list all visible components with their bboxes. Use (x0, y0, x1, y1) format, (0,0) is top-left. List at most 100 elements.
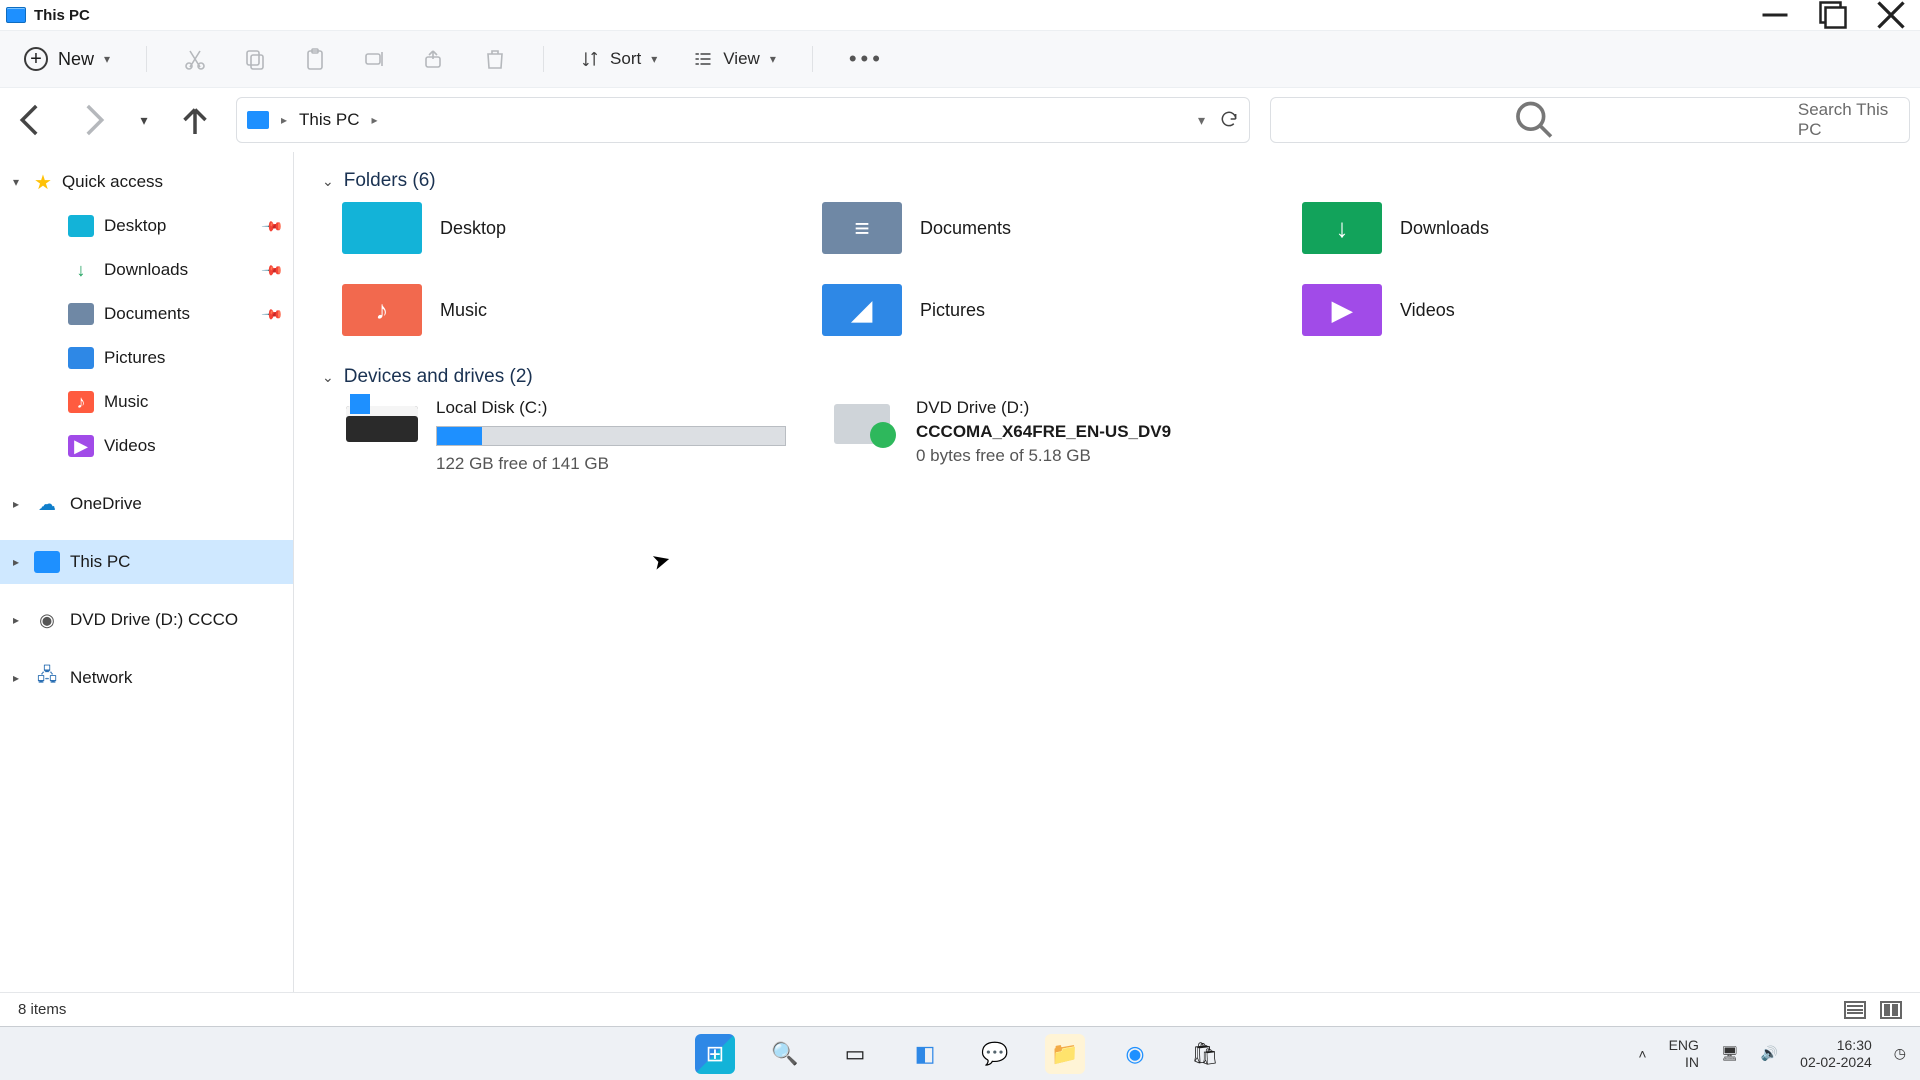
refresh-button[interactable] (1219, 109, 1239, 132)
details-view-toggle[interactable] (1844, 1001, 1866, 1019)
sidebar-item-network[interactable]: ▸ 🖧 Network (0, 656, 293, 700)
rename-icon[interactable] (363, 47, 387, 71)
sidebar-label: Documents (104, 304, 190, 324)
sidebar-item-videos[interactable]: ▶ Videos (0, 424, 293, 468)
sidebar-label: Downloads (104, 260, 188, 280)
cut-icon[interactable] (183, 47, 207, 71)
group-title: Devices and drives (2) (344, 366, 533, 388)
forward-button[interactable] (72, 99, 114, 141)
separator (812, 46, 813, 72)
group-header-drives[interactable]: ⌄ Devices and drives (2) (322, 366, 1892, 388)
plus-icon (24, 47, 48, 71)
chevron-down-icon: ▾ (104, 52, 110, 66)
pictures-icon: ◢ (822, 284, 902, 336)
drive-free-text: 0 bytes free of 5.18 GB (916, 446, 1171, 466)
more-button[interactable]: ••• (849, 46, 884, 72)
sidebar-item-quick-access[interactable]: ▾ ★ Quick access (0, 160, 293, 204)
folder-label: Downloads (1400, 218, 1489, 239)
sidebar-label: Videos (104, 436, 156, 456)
recent-dropdown[interactable]: ▾ (134, 99, 154, 141)
back-button[interactable] (10, 99, 52, 141)
tray-overflow[interactable]: ˄ (1638, 1046, 1646, 1062)
tray-notifications[interactable]: ◷ (1894, 1045, 1906, 1062)
taskbar-explorer[interactable]: 📁 (1045, 1034, 1085, 1074)
tray-language[interactable]: ENGIN (1669, 1037, 1699, 1069)
sidebar-item-dvd[interactable]: ▸ ◉ DVD Drive (D:) CCCO (0, 598, 293, 642)
folder-item-documents[interactable]: ≡ Documents (822, 202, 1302, 254)
taskbar-widgets[interactable]: ◧ (905, 1034, 945, 1074)
delete-icon[interactable] (483, 47, 507, 71)
drive-item-d[interactable]: DVD Drive (D:) CCCOMA_X64FRE_EN-US_DV9 0… (822, 398, 1302, 474)
chevron-right-icon: ▸ (8, 555, 24, 569)
taskbar-chat[interactable]: 💬 (975, 1034, 1015, 1074)
folder-item-music[interactable]: ♪ Music (342, 284, 822, 336)
sidebar-item-this-pc[interactable]: ▸ This PC (0, 540, 293, 584)
sidebar-label: Music (104, 392, 148, 412)
videos-icon: ▶ (68, 435, 94, 457)
drive-item-c[interactable]: Local Disk (C:) 122 GB free of 141 GB (342, 398, 822, 474)
copy-icon[interactable] (243, 47, 267, 71)
folder-label: Music (440, 300, 487, 321)
window-title: This PC (34, 7, 90, 24)
address-row: ▾ ▸ This PC ▸ ▾ Search This PC (0, 88, 1920, 152)
tray-volume-icon[interactable]: 🔊 (1761, 1045, 1778, 1062)
address-dropdown[interactable]: ▾ (1198, 112, 1205, 129)
pin-icon: 📌 (260, 214, 284, 238)
dvd-icon: ◉ (34, 609, 60, 631)
tiles-view-toggle[interactable] (1880, 1001, 1902, 1019)
paste-icon[interactable] (303, 47, 327, 71)
view-button[interactable]: View ▾ (693, 49, 776, 69)
sort-button[interactable]: Sort ▾ (580, 49, 657, 69)
tray-clock[interactable]: 16:3002-02-2024 (1800, 1037, 1872, 1069)
search-input[interactable]: Search This PC (1270, 97, 1910, 143)
folder-item-videos[interactable]: ▶ Videos (1302, 284, 1782, 336)
sidebar-item-documents[interactable]: Documents 📌 (0, 292, 293, 336)
nav-sidebar: ▾ ★ Quick access Desktop 📌 ↓ Downloads 📌… (0, 152, 294, 992)
share-icon[interactable] (423, 47, 447, 71)
tray-network-icon[interactable]: 🖥 (1721, 1045, 1739, 1062)
chevron-right-icon: ▸ (8, 613, 24, 627)
minimize-button[interactable] (1746, 0, 1804, 30)
desktop-icon (68, 215, 94, 237)
group-header-folders[interactable]: ⌄ Folders (6) (322, 170, 1892, 192)
taskbar-store[interactable]: 🛍 (1185, 1034, 1225, 1074)
folder-item-downloads[interactable]: ↓ Downloads (1302, 202, 1782, 254)
documents-icon: ≡ (822, 202, 902, 254)
start-button[interactable]: ⊞ (695, 1034, 735, 1074)
drive-usage-fill (437, 427, 482, 445)
music-icon: ♪ (342, 284, 422, 336)
this-pc-icon (34, 551, 60, 573)
new-button[interactable]: New ▾ (24, 47, 110, 71)
taskbar-search[interactable]: 🔍 (765, 1034, 805, 1074)
sidebar-label: Network (70, 668, 132, 688)
taskbar: ⊞ 🔍 ▭ ◧ 💬 📁 ◉ 🛍 ˄ ENGIN 🖥 🔊 16:3002-02-2… (0, 1026, 1920, 1080)
chevron-right-icon: ▸ (8, 671, 24, 685)
address-bar[interactable]: ▸ This PC ▸ ▾ (236, 97, 1250, 143)
folder-label: Desktop (440, 218, 506, 239)
sidebar-item-music[interactable]: ♪ Music (0, 380, 293, 424)
this-pc-icon (6, 7, 26, 23)
folder-item-pictures[interactable]: ◢ Pictures (822, 284, 1302, 336)
sidebar-item-desktop[interactable]: Desktop 📌 (0, 204, 293, 248)
maximize-button[interactable] (1804, 0, 1862, 30)
sidebar-item-pictures[interactable]: Pictures (0, 336, 293, 380)
disk-icon (342, 398, 422, 450)
search-placeholder: Search This PC (1798, 100, 1895, 140)
sidebar-item-onedrive[interactable]: ▸ ☁ OneDrive (0, 482, 293, 526)
sidebar-label: This PC (70, 552, 130, 572)
breadcrumb-sep[interactable]: ▸ (372, 113, 378, 127)
downloads-icon: ↓ (1302, 202, 1382, 254)
drive-name: Local Disk (C:) (436, 398, 786, 418)
folder-item-desktop[interactable]: Desktop (342, 202, 822, 254)
sidebar-item-downloads[interactable]: ↓ Downloads 📌 (0, 248, 293, 292)
new-label: New (58, 49, 94, 70)
breadcrumb-this-pc[interactable]: This PC (299, 110, 359, 130)
group-title: Folders (6) (344, 170, 436, 192)
pictures-icon (68, 347, 94, 369)
star-icon: ★ (34, 170, 52, 195)
taskbar-taskview[interactable]: ▭ (835, 1034, 875, 1074)
close-button[interactable] (1862, 0, 1920, 30)
up-button[interactable] (174, 99, 216, 141)
taskbar-edge[interactable]: ◉ (1115, 1034, 1155, 1074)
main-pane[interactable]: ⌄ Folders (6) Desktop ≡ Documents ↓ Down… (294, 152, 1920, 992)
